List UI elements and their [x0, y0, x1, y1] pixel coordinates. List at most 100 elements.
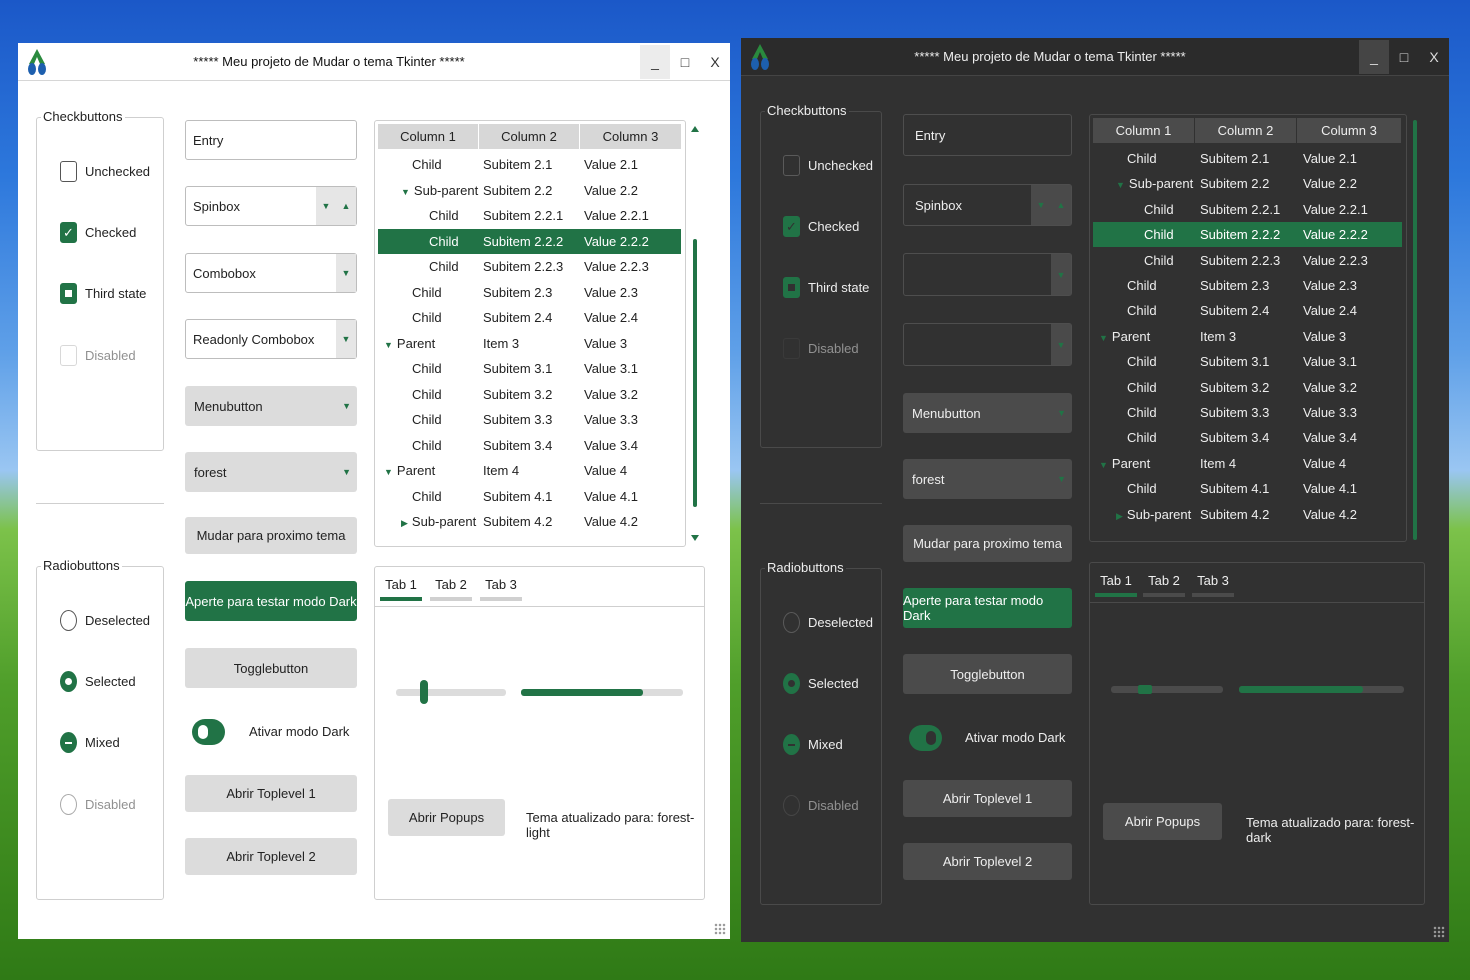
togglebutton[interactable]: Togglebutton — [903, 654, 1072, 694]
tab-3[interactable]: Tab 3 — [480, 575, 522, 601]
spin-down-icon[interactable]: ▼ — [316, 187, 336, 225]
menubutton[interactable]: Menubutton ▼ — [903, 393, 1072, 433]
collapse-arrow-icon[interactable]: ▶ — [401, 518, 408, 529]
scale-slider[interactable] — [396, 680, 506, 704]
collapse-arrow-icon[interactable]: ▶ — [1116, 511, 1123, 522]
spinbox[interactable]: Spinbox ▼ ▲ — [185, 186, 357, 226]
close-button[interactable]: X — [1419, 40, 1449, 74]
slider-handle[interactable] — [420, 680, 428, 704]
checkbutton-checked[interactable]: ✓ Checked — [60, 222, 136, 243]
tree-row[interactable]: Child Subitem 2.2.1 Value 2.2.1 — [1093, 197, 1402, 222]
tree-row[interactable]: Child Subitem 4.1 Value 4.1 — [378, 484, 681, 509]
combobox[interactable]: Combobox ▼ — [185, 253, 357, 293]
column-header[interactable]: Column 2 — [479, 124, 579, 149]
tree-row[interactable]: Child Subitem 3.1 Value 3.1 — [378, 356, 681, 381]
radiobutton-deselected[interactable]: Deselected — [783, 612, 873, 633]
tree-row[interactable]: Child Subitem 2.2.3 Value 2.2.3 — [1093, 248, 1402, 273]
tab-1[interactable]: Tab 1 — [380, 575, 422, 601]
expand-arrow-icon[interactable]: ▼ — [384, 467, 393, 477]
radiobutton-selected[interactable]: Selected — [783, 673, 859, 694]
tree-row[interactable]: Child Subitem 3.3 Value 3.3 — [1093, 400, 1402, 425]
next-theme-button[interactable]: Mudar para proximo tema — [185, 517, 357, 554]
expand-arrow-icon[interactable]: ▼ — [384, 340, 393, 350]
expand-arrow-icon[interactable]: ▼ — [1099, 333, 1108, 343]
tree-row[interactable]: Child Subitem 2.3 Value 2.3 — [378, 280, 681, 305]
toplevel2-button[interactable]: Abrir Toplevel 2 — [185, 838, 357, 875]
toplevel2-button[interactable]: Abrir Toplevel 2 — [903, 843, 1072, 880]
popups-button[interactable]: Abrir Popups — [1103, 803, 1222, 840]
tree-row[interactable]: ▼ Parent Item 4 Value 4 — [378, 458, 681, 483]
checkbutton-third-state[interactable]: Third state — [783, 277, 869, 298]
column-header[interactable]: Column 3 — [580, 124, 681, 149]
tree-row[interactable]: ▼ Sub-parent Subitem 2.2 Value 2.2 — [378, 178, 681, 203]
entry-field[interactable]: Entry — [185, 120, 357, 160]
entry-field[interactable]: Entry — [903, 114, 1072, 156]
tree-row[interactable]: ▶ Sub-parent Subitem 4.2 Value 4.2 — [1093, 502, 1402, 527]
radiobutton-mixed[interactable]: Mixed — [783, 734, 843, 755]
tree-row[interactable]: Child Subitem 2.4 Value 2.4 — [1093, 298, 1402, 323]
next-theme-button[interactable]: Mudar para proximo tema — [903, 525, 1072, 562]
checkbutton-unchecked[interactable]: Unchecked — [60, 161, 150, 182]
chevron-down-icon[interactable]: ▼ — [1051, 254, 1071, 295]
tree-row[interactable]: Child Subitem 2.2.3 Value 2.2.3 — [378, 254, 681, 279]
tree-row[interactable]: ▼ Sub-parent Subitem 2.2 Value 2.2 — [1093, 171, 1402, 196]
dark-mode-test-button[interactable]: Aperte para testar modo Dark — [185, 581, 357, 621]
combobox[interactable]: ▼ — [903, 253, 1072, 296]
tree-row[interactable]: Child Subitem 2.3 Value 2.3 — [1093, 273, 1402, 298]
radiobutton-selected[interactable]: Selected — [60, 671, 136, 692]
tab-2[interactable]: Tab 2 — [430, 575, 472, 601]
optionmenu[interactable]: forest ▼ — [185, 452, 357, 492]
tree-row[interactable]: Child Subitem 4.1 Value 4.1 — [1093, 476, 1402, 501]
tree-row[interactable]: Child Subitem 2.2.1 Value 2.2.1 — [378, 203, 681, 228]
checkbutton-checked[interactable]: ✓ Checked — [783, 216, 859, 237]
dark-mode-switch[interactable] — [192, 719, 225, 745]
checkbutton-unchecked[interactable]: Unchecked — [783, 155, 873, 176]
tree-row[interactable]: ▼ Parent Item 4 Value 4 — [1093, 451, 1402, 476]
tree-scrollbar[interactable] — [1413, 120, 1417, 540]
tree-row[interactable]: ▼ Parent Item 3 Value 3 — [378, 331, 681, 356]
tree-row[interactable]: ▼ Parent Item 3 Value 3 — [1093, 324, 1402, 349]
checkbutton-third-state[interactable]: Third state — [60, 283, 146, 304]
tree-row[interactable]: ▶ Sub-parent Subitem 4.2 Value 4.2 — [378, 509, 681, 534]
spin-down-icon[interactable]: ▼ — [1031, 185, 1051, 225]
tree-row[interactable]: Child Subitem 2.1 Value 2.1 — [1093, 146, 1402, 171]
tab-2[interactable]: Tab 2 — [1143, 571, 1185, 597]
minimize-button[interactable]: _ — [1359, 40, 1389, 74]
chevron-down-icon[interactable]: ▼ — [336, 254, 356, 292]
radiobutton-deselected[interactable]: Deselected — [60, 610, 150, 631]
tree-row[interactable]: Child Subitem 3.2 Value 3.2 — [378, 382, 681, 407]
dark-mode-switch[interactable] — [909, 725, 942, 751]
treeview[interactable]: Column 1 Column 2 Column 3 Child Subitem … — [1089, 114, 1407, 542]
expand-arrow-icon[interactable]: ▼ — [401, 187, 410, 197]
togglebutton[interactable]: Togglebutton — [185, 648, 357, 688]
optionmenu[interactable]: forest ▼ — [903, 459, 1072, 499]
spin-up-icon[interactable]: ▲ — [336, 187, 356, 225]
dark-mode-test-button[interactable]: Aperte para testar modo Dark — [903, 588, 1072, 628]
column-header[interactable]: Column 3 — [1297, 118, 1401, 143]
resize-grip-icon[interactable] — [714, 923, 726, 935]
tree-row[interactable]: Child Subitem 3.3 Value 3.3 — [378, 407, 681, 432]
maximize-button[interactable]: □ — [670, 45, 700, 79]
chevron-down-icon[interactable]: ▼ — [336, 320, 356, 358]
minimize-button[interactable]: _ — [640, 45, 670, 79]
tree-scrollbar[interactable] — [688, 125, 702, 545]
readonly-combobox[interactable]: ▼ — [903, 323, 1072, 366]
toplevel1-button[interactable]: Abrir Toplevel 1 — [185, 775, 357, 812]
radiobutton-mixed[interactable]: Mixed — [60, 732, 120, 753]
close-button[interactable]: X — [700, 45, 730, 79]
expand-arrow-icon[interactable]: ▼ — [1099, 460, 1108, 470]
toplevel1-button[interactable]: Abrir Toplevel 1 — [903, 780, 1072, 817]
slider-handle[interactable] — [1138, 685, 1152, 694]
tree-row[interactable]: Child Subitem 3.2 Value 3.2 — [1093, 375, 1402, 400]
spinbox[interactable]: Spinbox ▼ ▲ — [903, 184, 1072, 226]
tree-row[interactable]: Child Subitem 3.4 Value 3.4 — [1093, 425, 1402, 450]
title-bar[interactable]: ***** Meu projeto de Mudar o tema Tkinte… — [741, 38, 1449, 76]
tree-row[interactable]: Child Subitem 2.2.2 Value 2.2.2 — [1093, 222, 1402, 248]
tab-1[interactable]: Tab 1 — [1095, 571, 1137, 597]
column-header[interactable]: Column 1 — [378, 124, 478, 149]
tree-row[interactable]: Child Subitem 2.2.2 Value 2.2.2 — [378, 228, 681, 254]
column-header[interactable]: Column 1 — [1093, 118, 1194, 143]
resize-grip-icon[interactable] — [1433, 926, 1445, 938]
readonly-combobox[interactable]: Readonly Combobox ▼ — [185, 319, 357, 359]
scale-slider[interactable] — [1111, 685, 1223, 694]
